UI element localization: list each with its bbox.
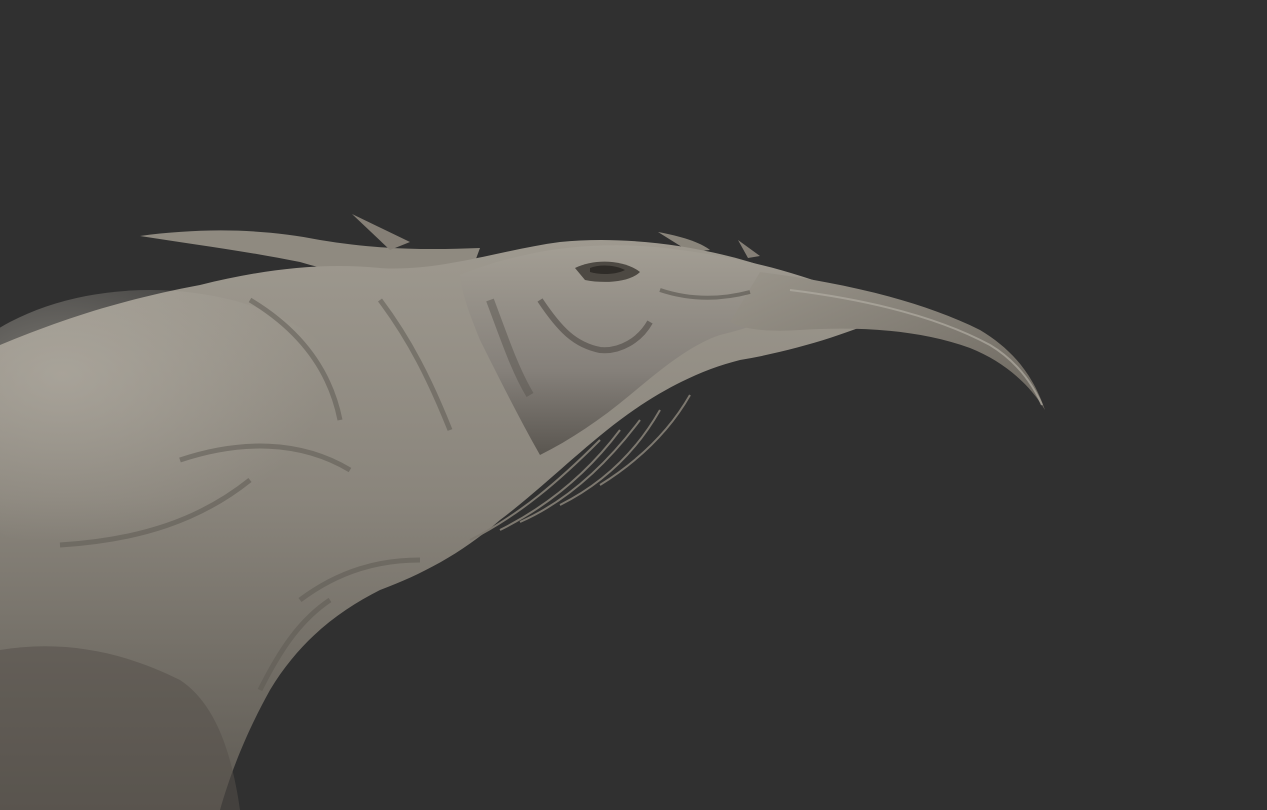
creature-sculpt-render (0, 0, 1267, 810)
sculpt-viewport[interactable] (0, 0, 1267, 810)
